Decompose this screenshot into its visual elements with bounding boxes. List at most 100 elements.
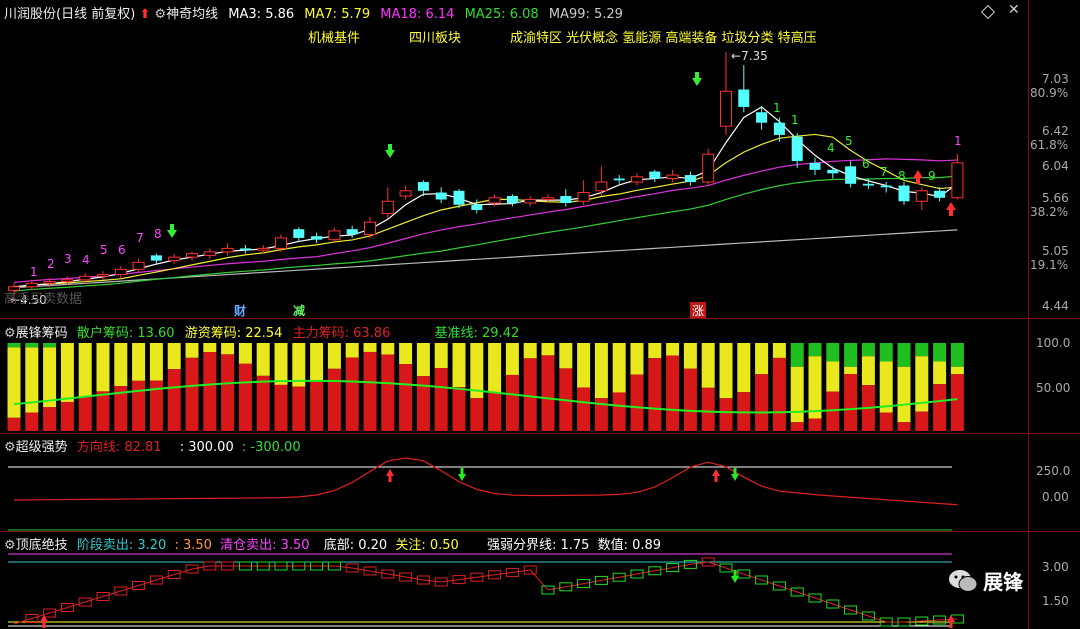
hot-money-bar [274,343,288,385]
main-force-bar [719,398,733,431]
main-force-bar [185,357,199,431]
candle-body [488,197,501,204]
axis-label: 50.00 [1036,381,1071,395]
candlestick-chart[interactable] [0,0,1080,318]
buy-arrow-icon [385,144,395,158]
hot-money-bar [96,343,110,392]
main-force-bar [310,380,324,431]
main-force-bar [327,368,341,431]
value-line [13,561,958,625]
hot-money-bar [185,343,199,358]
main-force-bar [292,386,306,431]
count-label: 4 [82,253,90,267]
candle-body [311,236,323,240]
main-force-bar [630,374,644,431]
strength-panel[interactable]: ⚙超级强势 方向线: 82.81 : 300.00 : -300.00 250.… [0,434,1080,531]
strength-line-chart[interactable] [0,434,1080,531]
hot-money-bar [541,343,555,356]
price-label: 5.66 [1042,191,1069,205]
buy-arrow-icon [692,72,702,86]
hot-money-bar [434,343,448,369]
main-force-bar [950,374,964,431]
candle-body [880,185,892,188]
hot-money-bar [755,343,769,375]
candle-body [364,221,376,235]
price-label: 7.03 [1042,72,1069,86]
hot-money-bar [950,366,964,375]
retail-bar [950,343,964,367]
hot-money-bar [719,343,733,399]
candle-body [915,190,928,202]
main-force-bar [381,354,395,431]
candle-body [649,171,661,179]
candle-body [203,251,216,256]
main-force-bar [238,363,252,431]
candle-body [257,247,270,251]
direction-line [13,457,958,506]
hot-money-bar [933,361,947,385]
count-label: 8 [154,227,162,241]
retail-bar [43,343,57,348]
count-label: 7 [136,231,144,245]
candle-body [613,178,625,181]
candle-body [186,253,198,258]
main-force-bar [755,374,769,431]
hot-money-bar [648,343,662,359]
main-force-bar [43,407,57,431]
hot-money-bar [416,343,430,377]
price-label: 61.8% [1030,138,1069,152]
candle-body [239,248,251,251]
badge-finance[interactable]: 财 [234,302,246,319]
candle-body [560,196,572,204]
candle-body [381,200,394,214]
count-label: 8 [898,169,906,183]
candle-body [791,136,803,162]
hot-money-bar [861,356,875,386]
hot-money-bar [897,366,911,423]
main-force-bar [790,422,804,431]
hot-money-bar [612,343,626,393]
main-force-bar [256,375,270,431]
top-bottom-chart[interactable] [0,532,1080,629]
main-panel[interactable]: 川润股份(日线 前复权) ⬆ ⚙神奇均线 MA3: 5.86 MA7: 5.79… [0,0,1080,319]
hot-money-bar [630,343,644,375]
hot-money-bar [844,366,858,375]
sell-arrow-icon [913,170,923,184]
hot-money-bar [238,343,252,364]
chips-bar-chart[interactable] [0,319,1080,433]
retail-bar [790,343,804,367]
retail-bar [25,343,39,348]
axis-divider [1028,0,1029,629]
main-force-bar [648,358,662,431]
main-force-bar [363,351,377,431]
badge-rise[interactable]: 涨 [690,302,707,319]
chips-panel[interactable]: ⚙展锋筹码 散户筹码: 13.60 游资筹码: 22.54 主力筹码: 63.8… [0,319,1080,433]
top-bottom-panel[interactable]: ⚙顶底绝技 阶段卖出: 3.20 : 3.50 清仓卖出: 3.50 底部: 0… [0,532,1080,629]
count-label: 1 [30,265,38,279]
candle-body [275,237,287,249]
candle-body [168,256,181,262]
main-force-bar [844,374,858,431]
candle-body [827,169,839,174]
candle-body [417,182,429,191]
candle-body [471,204,483,210]
main-force-bar [577,387,591,431]
hot-money-bar [310,343,324,381]
candle-body [773,122,785,135]
axis-label: 0.00 [1042,490,1069,504]
hot-money-bar [7,347,21,418]
badge-reduce[interactable]: 减 [293,302,305,319]
main-force-bar [203,352,217,431]
retail-bar [879,343,893,362]
hot-money-bar [381,343,395,355]
count-label: 1 [791,113,799,127]
main-force-bar [96,391,110,431]
candle-body [114,268,127,276]
main-force-bar [701,387,715,431]
buy-arrow-icon [167,224,177,238]
hot-money-bar [505,343,519,375]
main-force-bar [399,364,413,431]
main-force-bar [772,357,786,431]
price-label: 5.05 [1042,244,1069,258]
candle-body [702,153,715,183]
